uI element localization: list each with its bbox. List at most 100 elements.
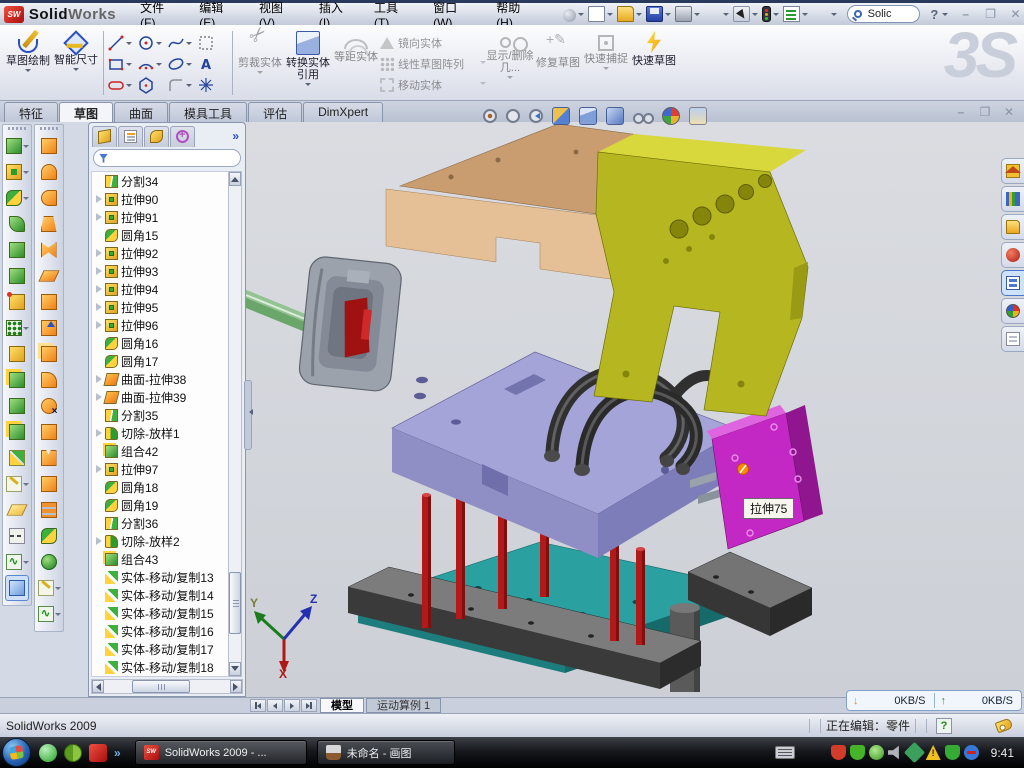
tree-vertical-scrollbar[interactable] <box>228 171 242 677</box>
toolbar-icon-button[interactable] <box>762 6 780 22</box>
view-tool-button[interactable] <box>482 109 505 123</box>
tree-item[interactable]: 圆角19 <box>92 496 228 514</box>
toolbar-icon-button[interactable] <box>563 7 585 22</box>
spline-tool[interactable] <box>167 32 197 53</box>
expand-arrow-icon[interactable] <box>95 177 104 186</box>
surface-tool-button[interactable] <box>35 601 63 627</box>
panel-overflow-button[interactable]: » <box>232 129 243 143</box>
doc-restore-button[interactable]: ❐ <box>976 106 994 121</box>
expand-arrow-icon[interactable] <box>95 231 104 240</box>
scroll-left-button[interactable] <box>92 680 104 693</box>
surface-tool-button[interactable] <box>35 133 63 159</box>
measure-tool-button[interactable] <box>5 575 29 601</box>
expand-arrow-icon[interactable] <box>95 465 104 474</box>
toolbar-icon-button[interactable] <box>675 6 701 22</box>
expand-arrow-icon[interactable] <box>95 375 104 384</box>
feature-tool-button[interactable] <box>3 393 31 419</box>
panel-tab[interactable] <box>92 126 117 147</box>
tree-item[interactable]: 实体-移动/复制16 <box>92 622 228 640</box>
toolbar-button[interactable]: 快速捕捉 <box>582 29 630 95</box>
dropdown-arrow-icon[interactable] <box>654 116 660 122</box>
quick-launch-icon[interactable] <box>89 744 107 762</box>
dropdown-arrow-icon[interactable] <box>305 83 311 89</box>
command-tab[interactable]: DimXpert <box>303 102 383 122</box>
surface-tool-button[interactable] <box>35 575 63 601</box>
start-button[interactable] <box>2 738 31 767</box>
dropdown-arrow-icon[interactable] <box>23 145 29 151</box>
tray-icon[interactable] <box>869 745 884 760</box>
feature-tool-button[interactable] <box>3 341 31 367</box>
view-tool-button[interactable] <box>661 107 688 125</box>
dropdown-arrow-icon[interactable] <box>55 613 61 619</box>
toolbar-button[interactable]: 智能尺寸 <box>52 29 100 95</box>
surface-tool-button[interactable] <box>35 159 63 185</box>
surface-tool-button[interactable] <box>35 419 63 445</box>
panel-splitter-handle[interactable] <box>244 380 252 450</box>
toolbar-button[interactable]: 显示/删除几... <box>486 29 534 95</box>
dropdown-arrow-icon[interactable] <box>802 13 808 19</box>
toolbar-stack-button[interactable]: 镜向实体 <box>380 32 486 53</box>
tree-item[interactable]: 圆角16 <box>92 334 228 352</box>
dropdown-arrow-icon[interactable] <box>636 13 642 19</box>
expand-arrow-icon[interactable] <box>95 627 104 636</box>
dropdown-arrow-icon[interactable] <box>521 116 527 122</box>
feature-tool-button[interactable] <box>3 523 31 549</box>
expand-arrow-icon[interactable] <box>95 483 104 492</box>
tree-item[interactable]: 圆角18 <box>92 478 228 496</box>
expand-arrow-icon[interactable] <box>95 555 104 564</box>
command-tab[interactable]: 评估 <box>248 102 302 122</box>
feature-tool-button[interactable] <box>3 367 31 393</box>
expand-arrow-icon[interactable] <box>95 519 104 528</box>
dropdown-arrow-icon[interactable] <box>544 116 550 122</box>
dropdown-arrow-icon[interactable] <box>773 13 779 19</box>
expand-arrow-icon[interactable] <box>95 663 104 672</box>
toolbar-icon-button[interactable] <box>704 6 730 22</box>
task-pane-tab[interactable] <box>1001 242 1024 268</box>
help-button[interactable]: ? <box>930 7 938 22</box>
slide-block[interactable] <box>298 255 403 392</box>
arc-tool[interactable] <box>137 53 167 74</box>
mold-assembly-model[interactable] <box>246 122 1024 697</box>
search-box[interactable]: Solic <box>847 5 921 23</box>
dropdown-arrow-icon[interactable] <box>23 327 29 333</box>
taskbar-task-button[interactable]: 未命名 - 画图 <box>317 740 455 765</box>
magenta-block[interactable] <box>707 405 823 549</box>
next-tab-button[interactable] <box>284 699 300 712</box>
toolbar-button[interactable]: 草图绘制 <box>4 29 52 95</box>
surface-tool-button[interactable] <box>35 237 63 263</box>
command-tab[interactable]: 特征 <box>4 102 58 122</box>
dropdown-arrow-icon[interactable] <box>257 71 263 77</box>
scroll-down-button[interactable] <box>229 662 241 676</box>
dropdown-arrow-icon[interactable] <box>598 116 604 122</box>
expand-arrow-icon[interactable] <box>95 447 104 456</box>
toolbar-stack-button[interactable]: 移动实体 <box>380 74 486 95</box>
toolbar-stack-button[interactable]: 线性草图阵列 <box>380 53 486 74</box>
expand-arrow-icon[interactable] <box>95 537 104 546</box>
dropdown-arrow-icon[interactable] <box>23 561 29 567</box>
expand-arrow-icon[interactable] <box>95 213 104 222</box>
feature-tool-button[interactable] <box>3 237 31 263</box>
dropdown-arrow-icon[interactable] <box>25 69 31 75</box>
tree-item[interactable]: 切除-放样2 <box>92 532 228 550</box>
expand-arrow-icon[interactable] <box>95 321 104 330</box>
taskbar-task-button[interactable]: SW SolidWorks 2009 - ... <box>135 740 307 765</box>
toolbar-icon-button[interactable] <box>646 6 672 22</box>
toolbar-icon-button[interactable] <box>733 6 759 22</box>
surface-tool-button[interactable] <box>35 497 63 523</box>
tree-item[interactable]: 实体-移动/复制13 <box>92 568 228 586</box>
dropdown-arrow-icon[interactable] <box>694 13 700 19</box>
tree-horizontal-scrollbar[interactable] <box>91 679 243 694</box>
tree-item[interactable]: 分割36 <box>92 514 228 532</box>
scrollbar-thumb[interactable] <box>132 680 190 693</box>
surface-tool-button[interactable] <box>35 549 63 575</box>
panel-tab[interactable] <box>144 126 169 147</box>
tree-item[interactable]: 拉伸94 <box>92 280 228 298</box>
feature-tool-button[interactable] <box>3 549 31 575</box>
tree-item[interactable]: 分割34 <box>92 172 228 190</box>
dropdown-arrow-icon[interactable] <box>571 116 577 122</box>
toolbar-button[interactable]: 剪裁实体 <box>236 29 284 95</box>
toolbar-icon-button[interactable] <box>617 6 643 22</box>
tray-icon[interactable] <box>888 745 903 760</box>
point-tool[interactable] <box>197 74 227 95</box>
task-pane-tab[interactable] <box>1001 158 1024 184</box>
